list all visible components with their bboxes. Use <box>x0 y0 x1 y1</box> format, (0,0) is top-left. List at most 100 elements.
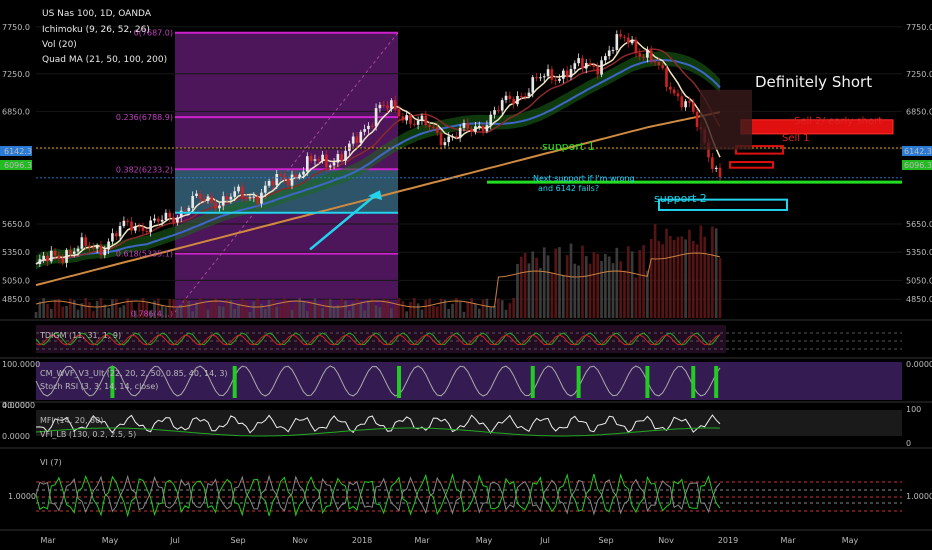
volume-bar <box>321 308 324 318</box>
vi-axis-right: 1.0000 <box>906 492 932 501</box>
candle-body <box>527 92 531 97</box>
candle-body <box>355 136 359 143</box>
volume-bar <box>672 239 676 318</box>
volume-bar <box>340 298 344 318</box>
price-tag-left-b-text: 6096.3 <box>4 161 32 170</box>
volume-bar <box>497 298 500 318</box>
candle-body <box>351 136 355 144</box>
candle-body <box>252 196 256 198</box>
fib-label-3: 0.618(5335.1) <box>116 250 173 259</box>
wvf-spike-1 <box>232 366 237 398</box>
candle-body <box>665 68 668 87</box>
volume-bar <box>317 304 321 318</box>
volume-bar <box>283 298 286 318</box>
candle-body <box>134 226 137 231</box>
volume-bar <box>470 298 473 318</box>
mfi-axis-right-top: 100 <box>906 405 921 414</box>
volume-bar <box>46 303 49 318</box>
candle-body <box>325 154 328 168</box>
sell1-label: Sell 1 <box>782 133 810 144</box>
volume-bar <box>42 298 45 318</box>
volume-bar <box>596 253 600 318</box>
candle-body <box>646 50 649 58</box>
volume-bar <box>53 299 57 318</box>
price-chart[interactable]: 0(7687.0)0.236(6788.9)0.382(6233.2)0.618… <box>0 0 932 550</box>
candle-body <box>69 250 72 254</box>
candle-body <box>653 61 657 63</box>
candle-body <box>176 217 179 223</box>
candle-body <box>416 120 420 125</box>
candle-body <box>405 115 408 121</box>
wvf-spike-3 <box>530 366 535 398</box>
price-tag-right-a-text: 6142.3 <box>904 147 932 156</box>
candle-body <box>714 167 718 169</box>
candle-body <box>91 247 95 249</box>
candle-body <box>386 105 389 109</box>
volume-bar <box>65 305 68 318</box>
candle-body <box>455 136 458 138</box>
candle-body <box>531 77 535 93</box>
candle-body <box>130 221 133 231</box>
volume-bar <box>707 253 710 318</box>
volume-bar <box>714 228 718 318</box>
candle-body <box>626 37 630 44</box>
mfi-label: MFI (14, 20, 80) <box>40 416 103 425</box>
volume-bar <box>244 301 248 318</box>
wvf-spike-2 <box>397 366 402 398</box>
volume-bar <box>607 256 611 318</box>
next-support-line2: and 6142 fails? <box>538 184 599 193</box>
volume-bar <box>477 308 481 318</box>
candle-body <box>466 122 470 129</box>
candle-body <box>577 58 580 64</box>
candle-body <box>412 123 416 125</box>
wvf-spike-7 <box>714 366 719 398</box>
candle-body <box>76 248 80 252</box>
candle-body <box>179 210 183 218</box>
volume-bar <box>221 306 225 318</box>
volume-bar <box>409 302 412 318</box>
support1-label: support 1 <box>542 140 595 153</box>
volume-bar <box>233 308 237 318</box>
candle-body <box>390 100 393 109</box>
volume-bar <box>412 298 416 318</box>
volume-bar <box>378 307 382 318</box>
candle-body <box>42 255 45 260</box>
wvf-spike-6 <box>691 366 696 398</box>
volume-bar <box>428 298 431 318</box>
candle-body <box>122 220 126 227</box>
symbol-title: US Nas 100, 1D, OANDA <box>42 9 152 19</box>
candle-body <box>302 171 305 175</box>
volume-bar <box>703 236 707 318</box>
volume-bar <box>493 305 496 318</box>
volume-bar <box>76 309 80 318</box>
candle-body <box>149 220 152 232</box>
candle-body <box>348 143 351 151</box>
time-tick-12: Mar <box>780 536 796 545</box>
volume-bar <box>600 261 603 318</box>
volume-bar <box>218 305 221 318</box>
volume-bar <box>176 308 179 318</box>
volume-bar <box>271 298 275 318</box>
volume-bar <box>642 245 645 318</box>
candle-body <box>141 227 145 231</box>
wvf-axis-top: 100.0000 <box>2 360 40 369</box>
candle-body <box>688 101 691 103</box>
volume-bar <box>432 306 435 318</box>
candle-body <box>569 69 573 78</box>
volume-bar <box>657 240 661 318</box>
volume-bar <box>256 298 259 318</box>
volume-bar <box>91 311 95 318</box>
volume-bar <box>634 277 638 318</box>
candle-body <box>168 212 172 218</box>
price-tick-right-5: 5350.0 <box>906 248 932 257</box>
time-tick-6: Mar <box>414 536 430 545</box>
volume-bar <box>474 304 477 318</box>
candle-body <box>477 125 481 127</box>
volume-bar <box>512 298 515 318</box>
volume-bar <box>49 308 53 318</box>
candle-body <box>38 259 42 264</box>
mfi-axis-mid: 0.0000 <box>2 432 30 441</box>
volume-bar <box>535 257 538 318</box>
volume-bar <box>619 261 622 318</box>
candle-body <box>508 95 512 99</box>
